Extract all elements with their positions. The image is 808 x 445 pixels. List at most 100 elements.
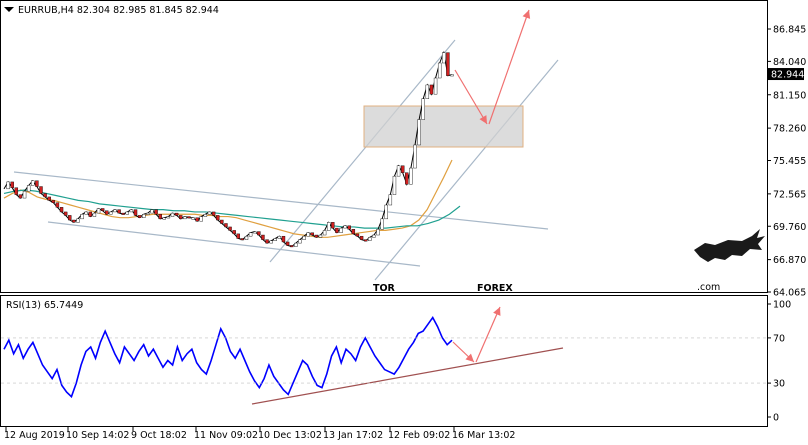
price-candle bbox=[170, 212, 175, 217]
price-candle bbox=[368, 237, 372, 241]
price-candle bbox=[228, 226, 232, 231]
price-candle bbox=[335, 227, 339, 233]
price-candle bbox=[14, 187, 19, 195]
price-candle bbox=[417, 119, 421, 146]
time-tick-label: 11 Nov 09:02 bbox=[194, 430, 258, 441]
rsi-y-axis: 100 70 30 0 bbox=[767, 300, 791, 424]
price-candle bbox=[187, 216, 191, 219]
price-candle bbox=[92, 212, 97, 217]
price-y-axis: 86.845 84.040 81.150 78.260 75.455 72.565 69.7… bbox=[767, 25, 806, 299]
price-candle bbox=[113, 209, 117, 213]
price-candle bbox=[261, 234, 265, 240]
rsi-panel-frame bbox=[0, 295, 768, 427]
price-candle bbox=[400, 165, 405, 173]
price-candle bbox=[191, 217, 195, 220]
price-candle bbox=[285, 241, 290, 246]
price-candle bbox=[63, 211, 68, 216]
logo-part-forex: FOREX bbox=[477, 283, 513, 294]
price-tick-label: 78.260 bbox=[773, 124, 806, 135]
price-candle bbox=[158, 214, 162, 220]
logo-part-com: .com bbox=[697, 282, 720, 293]
price-candle bbox=[294, 242, 298, 247]
price-candle bbox=[31, 180, 35, 186]
price-candle bbox=[51, 200, 56, 203]
price-candle bbox=[273, 238, 277, 241]
resistance-zone-box bbox=[363, 105, 524, 148]
price-candle bbox=[68, 215, 72, 221]
price-candle bbox=[396, 165, 401, 177]
price-candle bbox=[80, 214, 84, 220]
price-tick-label: 69.760 bbox=[773, 222, 806, 233]
price-candle bbox=[142, 214, 146, 218]
logo-part-tor: TOR bbox=[373, 283, 396, 294]
price-candle bbox=[269, 240, 273, 244]
price-candle bbox=[211, 211, 216, 216]
price-candle bbox=[166, 216, 171, 219]
price-candle bbox=[359, 235, 364, 240]
price-candle bbox=[388, 194, 393, 206]
price-candle bbox=[183, 216, 187, 220]
price-candle bbox=[96, 208, 101, 214]
price-candle bbox=[10, 181, 14, 188]
price-candle bbox=[265, 239, 269, 244]
price-candle bbox=[281, 235, 286, 243]
price-candle bbox=[306, 232, 310, 237]
price-candle bbox=[105, 210, 109, 215]
price-candle bbox=[310, 232, 314, 236]
time-tick-label: 12 Feb 09:02 bbox=[388, 430, 450, 441]
price-candle bbox=[437, 62, 442, 79]
price-tick-label: 64.065 bbox=[773, 288, 806, 299]
price-candle bbox=[314, 234, 319, 238]
price-candle bbox=[133, 209, 138, 216]
price-candle bbox=[425, 84, 430, 99]
price-candle bbox=[442, 52, 446, 64]
price-candle bbox=[43, 193, 47, 198]
price-candle bbox=[129, 209, 134, 213]
price-candle bbox=[376, 229, 380, 236]
price-candle bbox=[121, 212, 125, 215]
price-candle bbox=[343, 225, 347, 229]
price-candle bbox=[355, 233, 360, 237]
price-candle bbox=[277, 235, 282, 239]
price-candle bbox=[253, 231, 257, 234]
price-candle bbox=[405, 172, 409, 185]
price-candle bbox=[446, 52, 450, 76]
price-candle bbox=[72, 219, 76, 223]
price-candle bbox=[117, 209, 121, 214]
price-candle bbox=[47, 196, 51, 201]
price-candle bbox=[331, 222, 335, 229]
time-tick-label: 13 Jan 17:02 bbox=[323, 430, 383, 441]
header-label: EURRUB,H4 82.304 82.985 81.845 82.944 bbox=[4, 5, 219, 16]
price-tick-label: 66.870 bbox=[773, 255, 806, 266]
price-candle bbox=[100, 208, 105, 211]
chart-canvas: EURRUB,H4 82.304 82.985 81.845 82.944 RS… bbox=[0, 0, 806, 441]
rsi-tick-label: 100 bbox=[773, 300, 791, 311]
price-candle bbox=[351, 229, 356, 235]
price-candle bbox=[429, 84, 434, 95]
time-tick-label: 10 Dec 13:02 bbox=[258, 430, 322, 441]
price-candle bbox=[109, 211, 113, 215]
price-candle bbox=[290, 245, 294, 248]
price-tick-label: 75.455 bbox=[773, 156, 806, 167]
price-candle bbox=[125, 211, 130, 215]
price-candle bbox=[257, 231, 261, 236]
price-candle bbox=[232, 230, 236, 235]
price-candle bbox=[326, 222, 331, 231]
price-candle bbox=[244, 235, 249, 240]
price-candle bbox=[236, 233, 240, 239]
price-candle bbox=[39, 186, 43, 194]
price-candle bbox=[322, 230, 327, 236]
price-candle bbox=[137, 215, 142, 218]
price-candle bbox=[384, 204, 388, 220]
price-tick-label: 86.845 bbox=[773, 25, 806, 36]
price-candle bbox=[203, 214, 208, 217]
time-tick-label: 12 Aug 2019 bbox=[4, 430, 65, 441]
price-candle bbox=[6, 181, 10, 190]
price-tick-label: 81.150 bbox=[773, 90, 806, 101]
rsi-label: RSI(13) 65.7449 bbox=[6, 300, 83, 311]
time-tick-label: 9 Oct 18:02 bbox=[131, 430, 187, 441]
time-x-axis: 12 Aug 2019 10 Sep 14:02 9 Oct 18:02 11 Nov… bbox=[4, 427, 515, 441]
price-candle bbox=[392, 175, 397, 195]
price-candle bbox=[339, 227, 343, 233]
price-candle bbox=[224, 223, 228, 228]
